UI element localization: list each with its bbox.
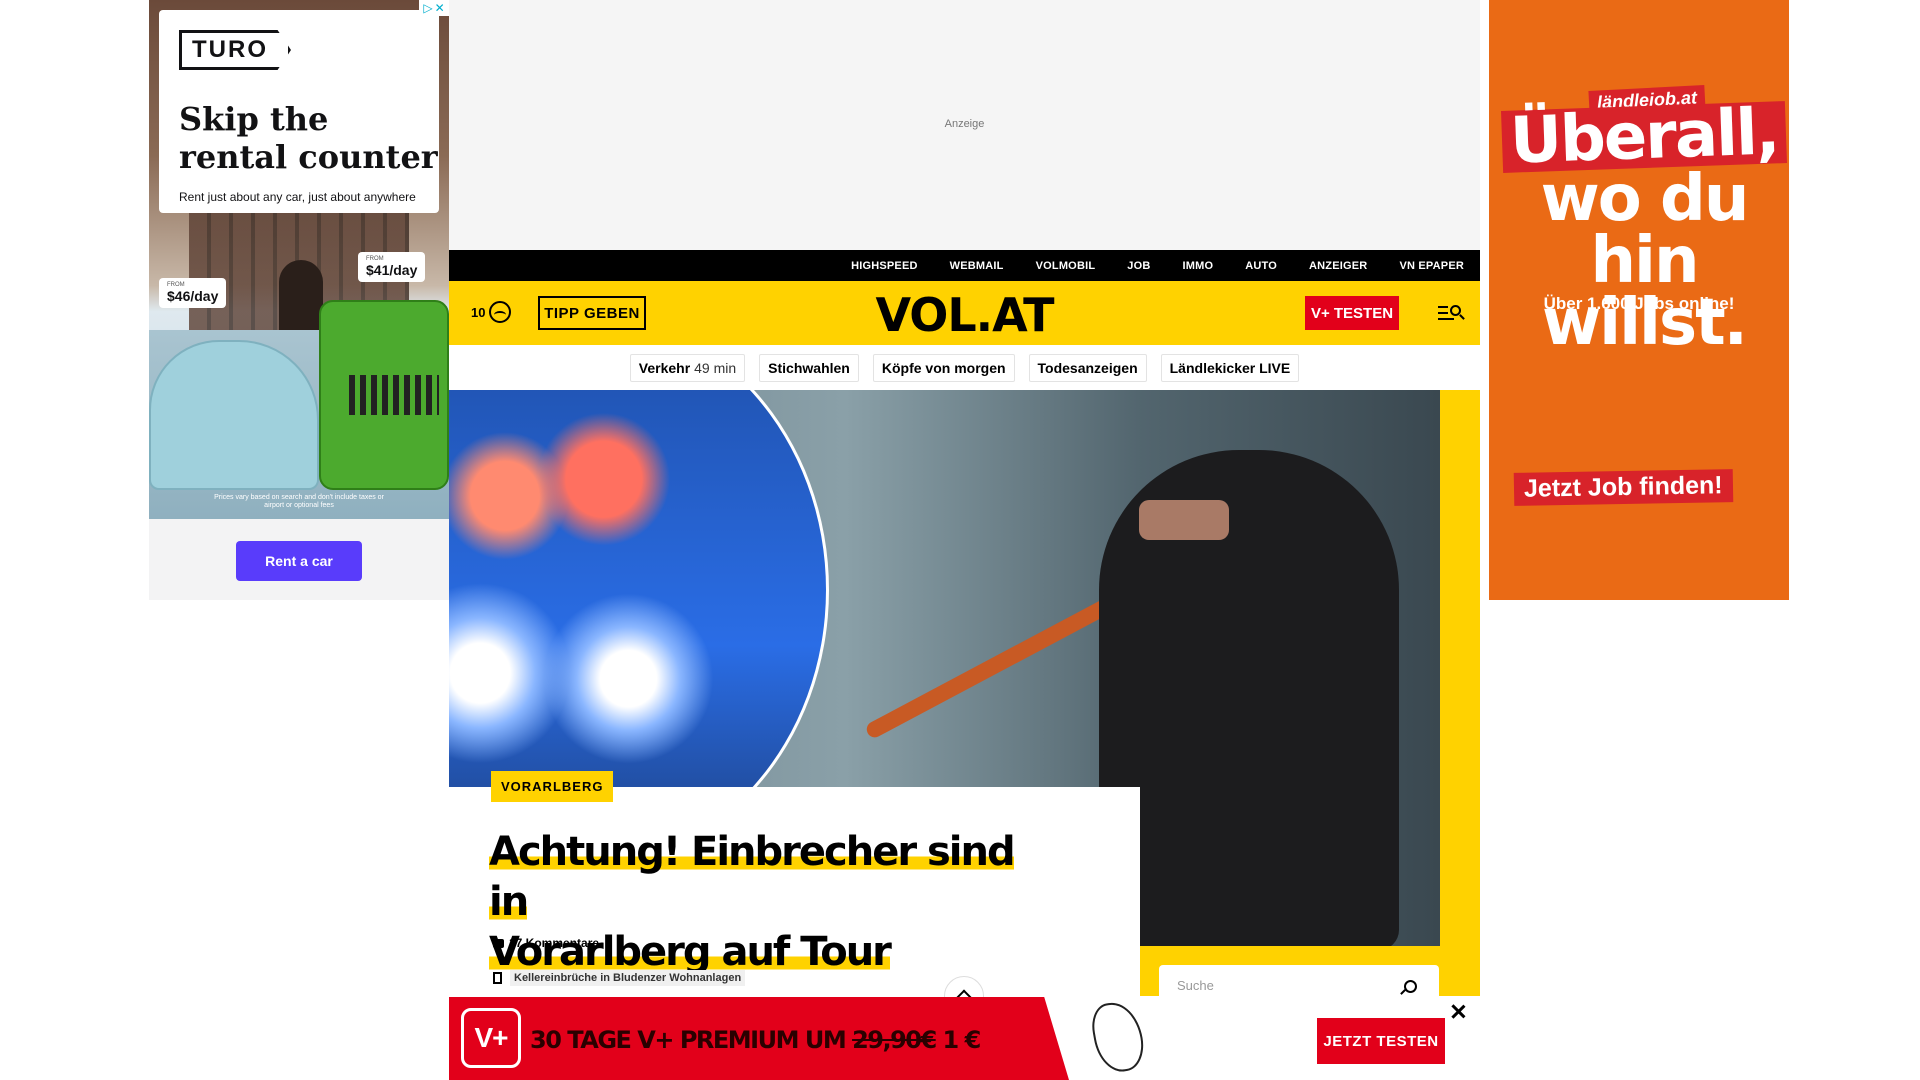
right-ad-banner[interactable]: ländlejob.at Überall, wo du hin willst. … [1489,0,1789,600]
tipp-geben-button[interactable]: TIPP GEBEN [538,296,646,330]
price-right-value: $41/day [366,262,418,278]
ad-headline: Überall, wo du hin willst. [1489,95,1789,355]
article-title[interactable]: Achtung! Einbrecher sind in Vorarlberg a… [489,827,1049,977]
topic-verkehr[interactable]: Verkehr 49 min [629,353,746,382]
promo-new-price: 1 € [935,1026,982,1054]
menu-search-icon[interactable] [1438,302,1465,324]
topic-stichwahlen[interactable]: Stichwahlen [759,353,859,382]
vplus-badge: V+ [461,1008,521,1068]
ad-disclaimer: Prices vary based on search and don't in… [214,494,384,509]
menu-line [1438,312,1448,314]
topic-label: Verkehr [638,359,691,376]
adchoices-icon: ▷ [423,1,433,15]
nav-link-vn-epaper[interactable]: VN EPAPER [1399,260,1464,272]
burglar-face [1139,500,1229,540]
price-tag-right: FROM $41/day [358,252,426,282]
nav-link-immo[interactable]: IMMO [1182,260,1213,272]
promo-text: 30 TAGE V+ PREMIUM UM 29,90€ 1 € [530,1026,982,1054]
topic-extra: 49 min [694,359,737,376]
vorarlberg-map-icon [1088,998,1148,1076]
related-article-title: Kellereinbrüche in Bludenzer Wohnanlagen [510,970,746,986]
topic-todesanzeigen[interactable]: Todesanzeigen [1028,353,1147,382]
nav-link-highspeed[interactable]: HIGHSPEED [851,260,918,272]
adchoices-badge[interactable]: ▷ ✕ [419,0,449,16]
jetzt-testen-button[interactable]: JETZT TESTEN [1317,1018,1445,1064]
top-ad-slot: Anzeige [449,0,1480,250]
category-tag[interactable]: VORARLBERG [491,771,614,802]
hero-accent-side [1440,390,1480,946]
promo-text-main: 30 TAGE V+ PREMIUM UM [530,1026,853,1054]
weather-widget[interactable]: 10 [471,301,512,323]
nav-link-volmobil[interactable]: VOLMOBIL [1036,260,1096,272]
ad-photo-grille [349,375,439,415]
nav-link-webmail[interactable]: WEBMAIL [950,260,1004,272]
magnifier-handle [1459,314,1465,320]
left-ad-banner[interactable]: TURO Skip the rental counter Rent just a… [149,0,449,600]
article-title-line-1: Achtung! Einbrecher sind in [489,829,1016,925]
headline-line-2: wo du hin [1540,162,1750,298]
vplus-promo-bar[interactable]: V+ 30 TAGE V+ PREMIUM UM 29,90€ 1 € JETZ… [449,997,1480,1080]
rent-a-car-button[interactable]: Rent a car [236,541,362,581]
menu-line [1438,318,1454,320]
price-tag-left: FROM $46/day [159,278,227,308]
promo-old-price: 29,90€ [852,1026,937,1054]
find-job-button[interactable]: Jetzt Job finden! [1513,469,1733,506]
price-left-value: $46/day [167,288,219,304]
lead-article-card[interactable]: VORARLBERG Achtung! Einbrecher sind in V… [449,771,1140,997]
ad-label: Anzeige [944,118,985,130]
search-icon[interactable] [1404,980,1417,993]
temperature: 10 [471,304,486,320]
nav-link-anzeiger[interactable]: ANZEIGER [1309,260,1367,272]
vplus-testen-button[interactable]: V+ TESTEN [1305,296,1399,330]
document-icon [493,972,502,984]
close-icon[interactable] [1448,1002,1468,1022]
nav-link-job[interactable]: JOB [1127,260,1150,272]
topic-laendlekicker-live[interactable]: Ländlekicker LIVE [1160,353,1300,382]
nav-link-auto[interactable]: AUTO [1245,260,1277,272]
close-icon[interactable]: ✕ [435,1,445,15]
menu-line [1438,306,1448,308]
comments-count: 17 Kommentare [509,936,600,950]
ad-headline: Skip the rental counter [179,100,438,176]
headline-line-1: Überall, [1500,95,1788,179]
comments-link[interactable]: 17 Kommentare [493,936,600,951]
ad-headline-card: TURO Skip the rental counter Rent just a… [159,10,439,213]
service-navigation: HIGHSPEED WEBMAIL VOLMOBIL JOB IMMO AUTO… [449,250,1480,281]
related-article-link[interactable]: Kellereinbrüche in Bludenzer Wohnanlagen [493,970,746,986]
ad-photo-blue-car [149,340,319,490]
jobs-count: Über 1.600 Jobs online! [1543,294,1735,313]
turo-logo: TURO [179,30,291,70]
partly-cloudy-icon [489,301,512,323]
topic-koepfe-von-morgen[interactable]: Köpfe von morgen [872,353,1015,382]
ad-subtext: Rent just about any car, just about anyw… [179,190,416,204]
topic-navigation: Verkehr 49 min Stichwahlen Köpfe von morg… [449,345,1480,390]
site-header: 10 TIPP GEBEN VOL.AT V+ TESTEN [449,281,1480,345]
comment-icon [493,938,504,951]
